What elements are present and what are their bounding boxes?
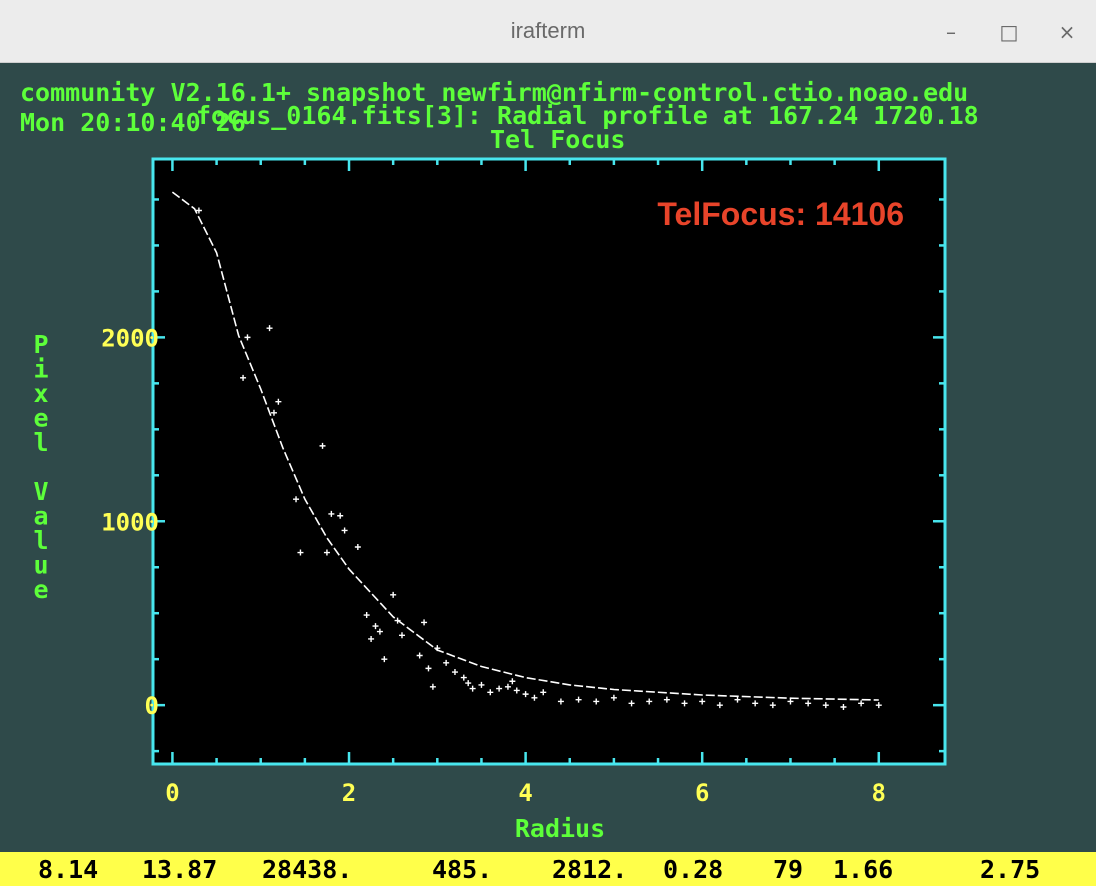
status-value: 79 bbox=[773, 855, 804, 884]
status-value: 2812. bbox=[552, 855, 628, 884]
window-title: irafterm bbox=[510, 18, 586, 43]
x-tick-label: 0 bbox=[165, 779, 179, 807]
terminal-area[interactable]: community V2.16.1+ snapshot newfirm@nfir… bbox=[0, 63, 1096, 886]
y-axis-label: Pixel Value bbox=[33, 330, 48, 604]
status-value: 0.28 bbox=[663, 855, 724, 884]
y-tick-label: 1000 bbox=[101, 508, 159, 536]
close-button[interactable]: × bbox=[1050, 18, 1084, 46]
status-bar: 8.14 13.87 28438. 485. 2812. 0.28 79 1.66 2.75 bbox=[0, 852, 1096, 886]
x-tick-label: 6 bbox=[695, 779, 709, 807]
x-tick-label: 4 bbox=[518, 779, 532, 807]
status-value: 1.66 bbox=[833, 855, 894, 884]
x-tick-label: 8 bbox=[872, 779, 886, 807]
y-tick-label: 2000 bbox=[101, 324, 159, 352]
window-titlebar: irafterm – □ × bbox=[0, 0, 1096, 63]
x-axis-label: Radius bbox=[515, 814, 605, 843]
telfocus-annotation: TelFocus: 14106 bbox=[657, 196, 904, 232]
status-value: 2.75 bbox=[980, 855, 1041, 884]
minimize-button[interactable]: – bbox=[934, 18, 968, 46]
maximize-button[interactable]: □ bbox=[992, 18, 1026, 46]
x-tick-label: 2 bbox=[342, 779, 356, 807]
status-value: 485. bbox=[432, 855, 493, 884]
radial-profile-chart: 0 2 4 6 8 0 1000 2000 Radius Pixel Value TelFoc… bbox=[33, 157, 947, 843]
plot-area bbox=[151, 157, 947, 766]
status-value: 13.87 bbox=[142, 855, 218, 884]
y-tick-label: 0 bbox=[145, 692, 159, 720]
status-value: 8.14 bbox=[38, 855, 99, 884]
status-value: 28438. bbox=[262, 855, 353, 884]
